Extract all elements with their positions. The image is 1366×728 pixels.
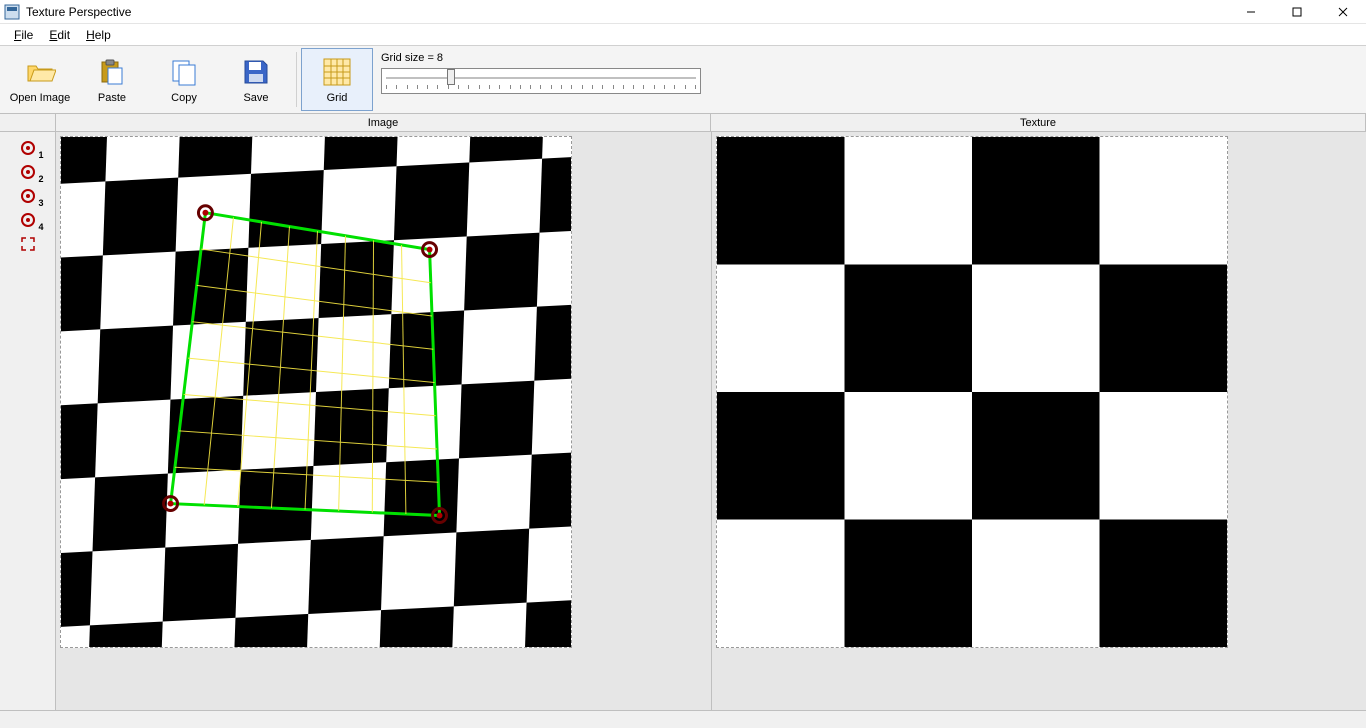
save-icon <box>240 56 272 88</box>
marker-3-label: 3 <box>38 198 43 208</box>
copy-label: Copy <box>171 92 197 104</box>
image-panel[interactable] <box>56 132 712 710</box>
marker-1-label: 1 <box>38 150 43 160</box>
marker-toolbar: 1 2 3 4 <box>0 132 56 710</box>
app-icon <box>4 4 20 20</box>
grid-label: Grid <box>327 92 348 104</box>
fit-view-button[interactable] <box>16 234 40 254</box>
panel-headers: Image Texture <box>0 114 1366 132</box>
grid-size-control: Grid size = 8 <box>373 48 709 111</box>
window-title: Texture Perspective <box>26 5 131 19</box>
toolbar-separator <box>296 52 297 107</box>
maximize-button[interactable] <box>1274 0 1320 24</box>
marker-4-label: 4 <box>38 222 43 232</box>
menu-edit[interactable]: Edit <box>41 26 78 44</box>
marker-2-label: 2 <box>38 174 43 184</box>
texture-panel-header: Texture <box>711 114 1366 131</box>
open-image-label: Open Image <box>10 92 71 104</box>
output-texture-canvas[interactable] <box>716 136 1228 648</box>
toolbar: Open Image Paste Copy Save Grid Grid siz… <box>0 46 1366 114</box>
status-bar <box>0 710 1366 728</box>
folder-open-icon <box>24 56 56 88</box>
grid-size-slider[interactable] <box>381 68 701 94</box>
marker-3-button[interactable]: 3 <box>16 186 40 206</box>
copy-button[interactable]: Copy <box>148 48 220 111</box>
close-button[interactable] <box>1320 0 1366 24</box>
marker-1-button[interactable]: 1 <box>16 138 40 158</box>
main-area: 1 2 3 4 <box>0 132 1366 710</box>
menu-help[interactable]: Help <box>78 26 119 44</box>
open-image-button[interactable]: Open Image <box>4 48 76 111</box>
image-panel-header: Image <box>56 114 711 131</box>
source-image-canvas[interactable] <box>60 136 572 648</box>
save-label: Save <box>243 92 268 104</box>
grid-icon <box>321 56 353 88</box>
paste-label: Paste <box>98 92 126 104</box>
marker-4-button[interactable]: 4 <box>16 210 40 230</box>
copy-icon <box>168 56 200 88</box>
marker-2-button[interactable]: 2 <box>16 162 40 182</box>
menu-file[interactable]: File <box>6 26 41 44</box>
grid-toggle-button[interactable]: Grid <box>301 48 373 111</box>
save-button[interactable]: Save <box>220 48 292 111</box>
texture-panel[interactable] <box>712 132 1366 710</box>
grid-size-label: Grid size = 8 <box>381 52 701 64</box>
menubar: File Edit Help <box>0 24 1366 46</box>
paste-icon <box>96 56 128 88</box>
paste-button[interactable]: Paste <box>76 48 148 111</box>
titlebar: Texture Perspective <box>0 0 1366 24</box>
minimize-button[interactable] <box>1228 0 1274 24</box>
